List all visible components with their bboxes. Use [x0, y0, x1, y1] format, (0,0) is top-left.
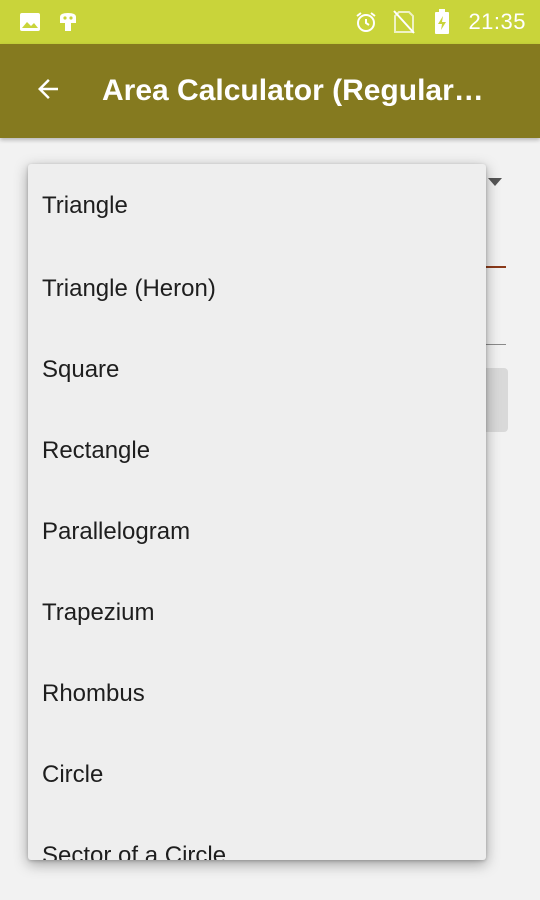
status-time: 21:35: [468, 9, 526, 34]
input-underline-focused: [486, 266, 506, 268]
page-title: Area Calculator (Regular…: [102, 74, 484, 107]
app-bar: Area Calculator (Regular…: [0, 44, 540, 138]
android-debug-icon: [56, 10, 80, 34]
dropdown-item-parallelogram[interactable]: Parallelogram: [28, 491, 486, 572]
spinner-chevron-down-icon[interactable]: [488, 178, 502, 186]
dropdown-item-trapezium[interactable]: Trapezium: [28, 572, 486, 653]
status-left-icons: [18, 10, 80, 34]
status-bar: 21:35: [0, 0, 540, 44]
dropdown-item-rhombus[interactable]: Rhombus: [28, 653, 486, 734]
dropdown-item-triangle[interactable]: Triangle: [28, 164, 486, 248]
no-sim-icon: [392, 10, 416, 34]
dropdown-item-triangle-heron[interactable]: Triangle (Heron): [28, 248, 486, 329]
shape-dropdown-list[interactable]: Triangle Triangle (Heron) Square Rectang…: [28, 164, 486, 860]
back-button[interactable]: [18, 61, 78, 121]
dropdown-item-rectangle[interactable]: Rectangle: [28, 410, 486, 491]
dropdown-item-sector-of-circle[interactable]: Sector of a Circle: [28, 815, 486, 861]
dropdown-item-square[interactable]: Square: [28, 329, 486, 410]
alarm-icon: [354, 10, 378, 34]
battery-charging-icon: [430, 9, 454, 34]
arrow-back-icon: [33, 74, 63, 109]
status-right-icons: 21:35: [354, 9, 526, 35]
dropdown-item-circle[interactable]: Circle: [28, 734, 486, 815]
input-underline: [486, 344, 506, 345]
image-icon: [18, 10, 42, 34]
